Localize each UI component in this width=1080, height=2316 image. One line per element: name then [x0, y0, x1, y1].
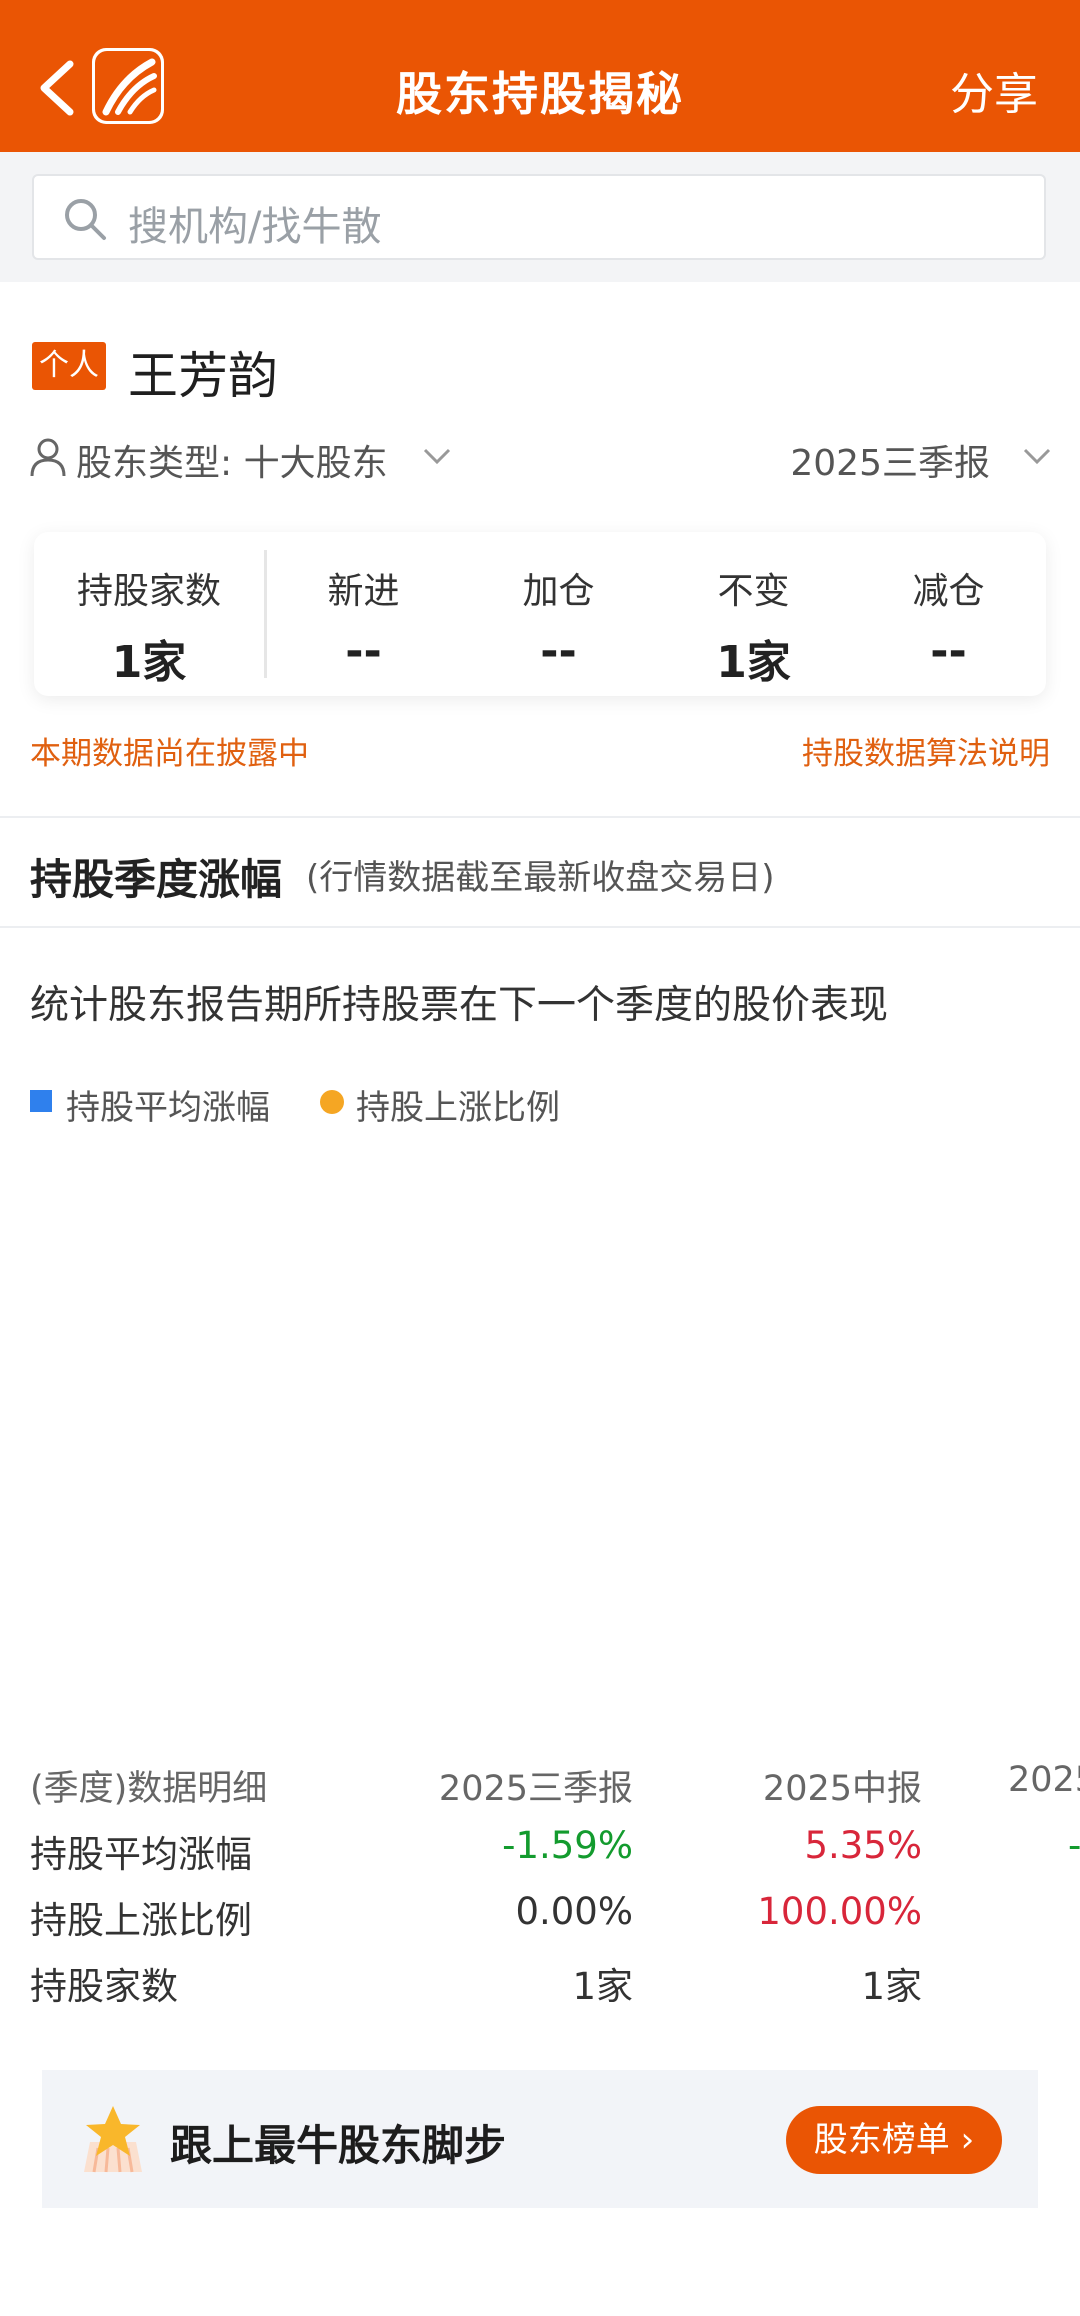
table-cell: 5.35%	[804, 1824, 922, 1867]
section-description: 统计股东报告期所持股票在下一个季度的股价表现	[30, 983, 889, 1028]
stat-value: --	[345, 626, 382, 677]
legend-dot-icon	[320, 1090, 344, 1114]
stat-holdings-count: 持股家数 1家	[34, 562, 264, 690]
table-cell: -	[1068, 1824, 1080, 1867]
stat-label: 不变	[717, 571, 790, 612]
legend-square-icon	[30, 1090, 52, 1112]
stat-label: 加仓	[522, 571, 595, 612]
table-cell: 100.00%	[757, 1890, 922, 1933]
disclosure-note: 本期数据尚在披露中	[30, 736, 309, 772]
top-nav-bar: 股东持股揭秘 分享	[0, 0, 1080, 152]
search-icon	[65, 199, 106, 240]
page-title: 股东持股揭秘	[396, 67, 684, 121]
stat-value: --	[930, 626, 967, 677]
table-cell: 0.00%	[515, 1890, 633, 1933]
table-cell: 1家	[572, 1965, 633, 2008]
trophy-star-icon	[84, 2106, 142, 2173]
holdings-stats-card: 持股家数 1家 新进 -- 加仓 -- 不变 1家 减仓 --	[34, 532, 1046, 696]
banner-text: 跟上最牛股东脚步	[170, 2121, 507, 2170]
search-input[interactable]: 搜机构/找牛散	[32, 174, 1046, 260]
column-header: 2025中报	[762, 1769, 922, 1809]
period-dropdown[interactable]: 2025三季报	[790, 434, 990, 486]
search-placeholder: 搜机构/找牛散	[128, 204, 382, 250]
shareholder-ranking-button[interactable]: 股东榜单 ›	[786, 2106, 1002, 2174]
legend-label: 持股平均涨幅	[66, 1088, 270, 1128]
stat-label: 减仓	[912, 571, 985, 612]
column-header: 2025三季报	[438, 1769, 633, 1809]
quarterly-gain-chart	[30, 1140, 1050, 1700]
table-header-label: (季度)数据明细	[30, 1769, 268, 1809]
user-icon	[30, 438, 66, 477]
legend-item-rise-ratio: 持股上涨比例	[320, 1080, 580, 1128]
search-section: 搜机构/找牛散	[0, 152, 1080, 282]
divider	[0, 816, 1080, 818]
holder-type-badge: 个人	[32, 342, 106, 390]
chevron-down-icon[interactable]	[1022, 446, 1052, 466]
section-title: 持股季度涨幅	[30, 855, 283, 904]
table-cell: -1.59%	[502, 1824, 633, 1867]
table-cell: 1家	[861, 1965, 922, 2008]
stat-label: 持股家数	[76, 571, 221, 612]
divider	[0, 926, 1080, 928]
stat-label: 新进	[327, 571, 400, 612]
shareholder-name: 王芳韵	[128, 347, 278, 405]
top-shareholders-banner[interactable]: 跟上最牛股东脚步 股东榜单 ›	[42, 2070, 1038, 2208]
row-label: 持股家数	[30, 1965, 178, 2008]
button-label: 股东榜单	[813, 2120, 950, 2160]
stat-decrease: 减仓 --	[851, 562, 1046, 677]
stat-new: 新进 --	[266, 562, 461, 677]
column-header: 2025	[1008, 1760, 1080, 1800]
stat-value: 1家	[111, 637, 187, 688]
stat-unchanged: 不变 1家	[656, 562, 851, 690]
share-button[interactable]: 分享	[950, 58, 1038, 122]
chevron-right-icon: ›	[960, 2120, 975, 2160]
quarterly-detail-table: (季度)数据明细 2025三季报 2025中报 2025 持股平均涨幅 -1.5…	[0, 1750, 1080, 2010]
stat-increase: 加仓 --	[461, 562, 656, 677]
legend-label: 持股上涨比例	[356, 1088, 560, 1128]
shareholder-type-dropdown[interactable]: 股东类型: 十大股东	[76, 434, 388, 486]
stat-value: 1家	[716, 637, 791, 688]
filter-row: 股东类型: 十大股东 2025三季报	[28, 428, 1052, 484]
row-label: 持股上涨比例	[30, 1899, 252, 1942]
legend-item-avg-gain: 持股平均涨幅	[30, 1080, 290, 1128]
row-label: 持股平均涨幅	[30, 1833, 252, 1876]
algorithm-explanation-link[interactable]: 持股数据算法说明	[802, 728, 1050, 773]
stat-value: --	[540, 626, 577, 677]
chevron-down-icon[interactable]	[422, 446, 452, 466]
section-subtitle: (行情数据截至最新收盘交易日)	[306, 858, 775, 898]
